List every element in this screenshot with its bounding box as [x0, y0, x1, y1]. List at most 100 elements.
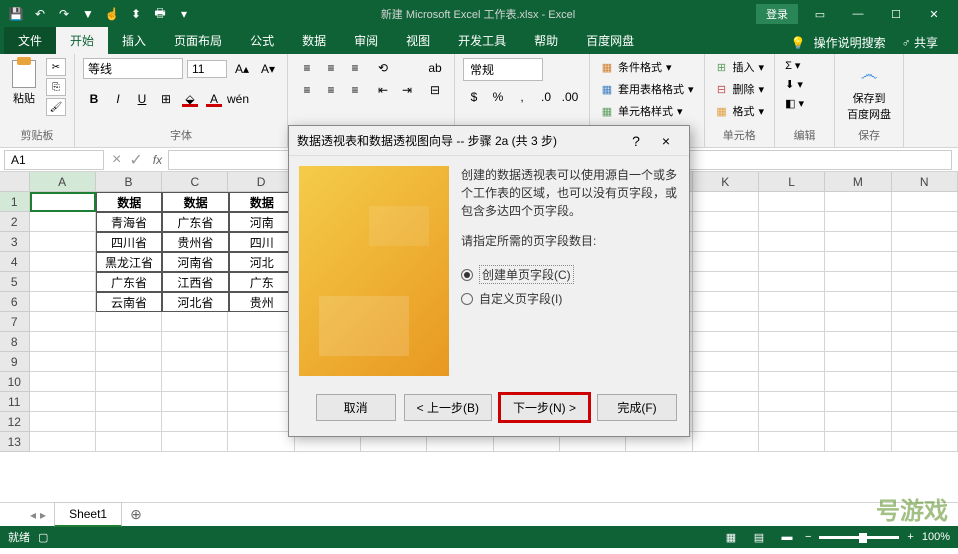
- cell[interactable]: [30, 252, 96, 272]
- cell[interactable]: [892, 252, 958, 272]
- cell[interactable]: [825, 212, 891, 232]
- row-header[interactable]: 13: [0, 432, 30, 452]
- row-header[interactable]: 10: [0, 372, 30, 392]
- cell[interactable]: [825, 192, 891, 212]
- bold-button[interactable]: B: [83, 89, 105, 109]
- merge-icon[interactable]: ⊟: [424, 80, 446, 100]
- name-box[interactable]: A1: [4, 150, 104, 170]
- maximize-icon[interactable]: ☐: [880, 4, 912, 24]
- cell[interactable]: 贵州省: [162, 232, 228, 252]
- qat-dropdown-icon[interactable]: ▾: [176, 6, 192, 22]
- close-icon[interactable]: ✕: [918, 4, 950, 24]
- tab-dev[interactable]: 开发工具: [444, 27, 520, 54]
- zoom-out-icon[interactable]: −: [805, 531, 811, 543]
- cell[interactable]: [825, 392, 891, 412]
- filter-icon[interactable]: ▼: [80, 6, 96, 22]
- select-all-corner[interactable]: [0, 172, 30, 191]
- cell[interactable]: [693, 352, 759, 372]
- cell[interactable]: [96, 312, 162, 332]
- add-sheet-button[interactable]: ⊕: [122, 502, 150, 527]
- cell[interactable]: [825, 332, 891, 352]
- radio-single-page[interactable]: 创建单页字段(C): [461, 262, 679, 287]
- tab-help[interactable]: 帮助: [520, 27, 572, 54]
- cell[interactable]: [892, 372, 958, 392]
- orientation-icon[interactable]: ⟲: [372, 58, 394, 78]
- cell[interactable]: [892, 212, 958, 232]
- tab-baidu[interactable]: 百度网盘: [572, 27, 648, 54]
- cell[interactable]: [162, 432, 228, 452]
- table-format-button[interactable]: ▦套用表格格式 ▾: [598, 80, 696, 98]
- increase-decimal-icon[interactable]: .0: [535, 87, 557, 107]
- cell[interactable]: [759, 292, 825, 312]
- cell[interactable]: [693, 272, 759, 292]
- cell[interactable]: [228, 412, 294, 432]
- cell[interactable]: [759, 232, 825, 252]
- cell[interactable]: 广东: [229, 272, 295, 292]
- cell[interactable]: [759, 392, 825, 412]
- cell[interactable]: [96, 432, 162, 452]
- cell[interactable]: [30, 432, 96, 452]
- cell[interactable]: [892, 192, 958, 212]
- cell[interactable]: 数据: [96, 192, 162, 212]
- cell[interactable]: [825, 312, 891, 332]
- cell[interactable]: [693, 252, 759, 272]
- cell[interactable]: 青海省: [96, 212, 162, 232]
- cell[interactable]: [759, 432, 825, 452]
- tab-data[interactable]: 数据: [288, 27, 340, 54]
- cell[interactable]: [892, 292, 958, 312]
- align-bottom-icon[interactable]: ≡: [344, 58, 366, 78]
- cell[interactable]: [693, 372, 759, 392]
- col-header[interactable]: C: [162, 172, 228, 191]
- cell[interactable]: [759, 352, 825, 372]
- tab-insert[interactable]: 插入: [108, 27, 160, 54]
- dialog-help-button[interactable]: ?: [621, 133, 651, 149]
- normal-view-icon[interactable]: ▦: [721, 529, 741, 545]
- cell[interactable]: 广东省: [96, 272, 162, 292]
- enter-formula-icon[interactable]: ✓: [125, 150, 146, 170]
- cell[interactable]: [228, 432, 294, 452]
- touch-icon[interactable]: ☝: [104, 6, 120, 22]
- font-size-select[interactable]: 11: [187, 60, 227, 78]
- cell[interactable]: [825, 352, 891, 372]
- row-header[interactable]: 5: [0, 272, 30, 292]
- underline-button[interactable]: U: [131, 89, 153, 109]
- cell[interactable]: [693, 432, 759, 452]
- cell[interactable]: [759, 212, 825, 232]
- cell[interactable]: [30, 372, 96, 392]
- cell[interactable]: [30, 292, 96, 312]
- cell[interactable]: [162, 412, 228, 432]
- cell[interactable]: [892, 272, 958, 292]
- cell[interactable]: 广东省: [162, 212, 228, 232]
- border-button[interactable]: ⊞: [155, 89, 177, 109]
- row-header[interactable]: 6: [0, 292, 30, 312]
- cell[interactable]: [892, 412, 958, 432]
- cell[interactable]: [892, 392, 958, 412]
- cell[interactable]: [30, 352, 96, 372]
- zoom-level[interactable]: 100%: [922, 531, 950, 543]
- page-break-icon[interactable]: ▬: [777, 529, 797, 545]
- minimize-icon[interactable]: —: [842, 4, 874, 24]
- cell[interactable]: [30, 392, 96, 412]
- tell-me-search[interactable]: 操作说明搜索: [814, 34, 886, 51]
- cell[interactable]: [892, 312, 958, 332]
- row-header[interactable]: 1: [0, 192, 30, 212]
- indent-increase-icon[interactable]: ⇥: [396, 80, 418, 100]
- finish-button[interactable]: 完成(F): [597, 394, 677, 421]
- font-name-select[interactable]: 等线: [83, 58, 183, 79]
- next-button[interactable]: 下一步(N) >: [500, 394, 589, 421]
- cell[interactable]: 河北: [229, 252, 295, 272]
- undo-icon[interactable]: ↶: [32, 6, 48, 22]
- cell[interactable]: [228, 372, 294, 392]
- format-cells-button[interactable]: ▦格式 ▾: [713, 102, 767, 120]
- cell[interactable]: 河南: [229, 212, 295, 232]
- cell[interactable]: [693, 392, 759, 412]
- cell[interactable]: [30, 212, 96, 232]
- back-button[interactable]: < 上一步(B): [404, 394, 492, 421]
- cell[interactable]: [825, 412, 891, 432]
- cell[interactable]: [162, 332, 228, 352]
- phonetic-button[interactable]: wén: [227, 89, 249, 109]
- col-header[interactable]: A: [30, 172, 96, 191]
- cell[interactable]: [825, 372, 891, 392]
- cell[interactable]: [759, 332, 825, 352]
- insert-cells-button[interactable]: ⊞插入 ▾: [713, 58, 767, 76]
